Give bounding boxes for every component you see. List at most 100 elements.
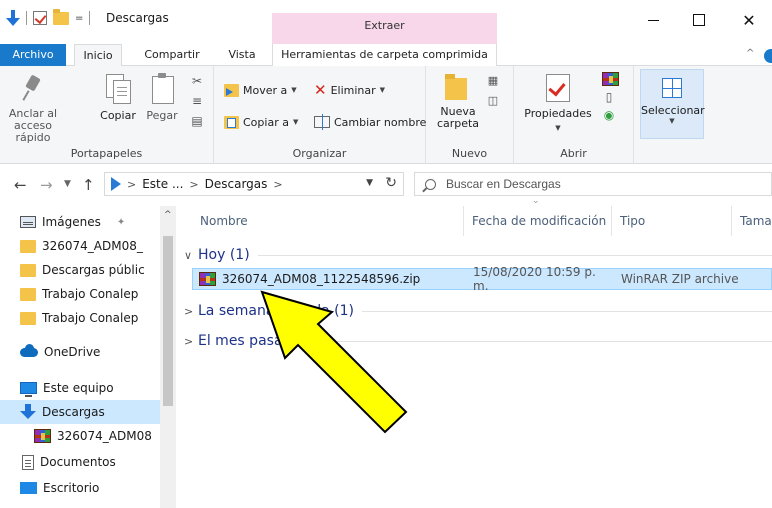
nav-item-trabajo-conalep-1[interactable]: Trabajo Conalep (0, 282, 160, 306)
navigation-pane: Imágenes ✦ 326074_ADM08_ Descargas públi… (0, 206, 176, 508)
address-bar[interactable]: > Este ... > Descargas > ▼ ↻ (104, 172, 404, 196)
close-button[interactable]: ✕ (726, 6, 772, 34)
nav-item-label: OneDrive (44, 345, 101, 359)
recent-locations-chevron-icon[interactable]: ▼ (64, 179, 71, 189)
dropdown-arrow-icon: ▼ (555, 124, 561, 132)
group-organizar: Mover a ▼ ✕ Eliminar ▼ Copiar a ▼ Cambia… (214, 66, 426, 164)
table-row[interactable]: 326074_ADM08_1122548596.zip 15/08/2020 1… (192, 265, 772, 293)
properties-check-icon[interactable] (33, 11, 47, 25)
copy-icon (102, 72, 134, 106)
open-with-winrar-icon[interactable] (602, 72, 619, 86)
divider (257, 254, 772, 256)
breadcrumb-descargas[interactable]: Descargas (205, 177, 268, 191)
paste-button[interactable]: Pegar (144, 72, 180, 122)
history-icon[interactable]: ◉ (602, 108, 616, 122)
group-label-organizar: Organizar (292, 147, 347, 160)
this-pc-icon (20, 382, 37, 397)
nav-item-descargas[interactable]: Descargas (0, 400, 160, 424)
divider (89, 11, 91, 25)
cut-icon[interactable]: ✂ (190, 74, 204, 88)
search-input[interactable] (446, 177, 746, 191)
edit-icon[interactable]: ▯ (602, 90, 616, 104)
rename-button[interactable]: Cambiar nombre (314, 112, 426, 132)
forward-arrow-icon[interactable]: → (40, 176, 53, 194)
title-bar: = Descargas Extraer ✕ (0, 0, 772, 44)
nav-item-documentos[interactable]: Documentos (0, 450, 160, 474)
properties-button[interactable]: Propiedades ▼ (522, 72, 594, 133)
divider (361, 310, 772, 312)
nav-item-label: Descargas (42, 405, 105, 419)
group-header-semana-pasada[interactable]: > La semana pasada (1) (184, 300, 772, 322)
up-arrow-icon[interactable]: ↑ (82, 176, 95, 194)
paste-shortcut-icon[interactable]: ▤ (190, 114, 204, 128)
nav-item-326074-adm08[interactable]: 326074_ADM08_ (0, 234, 160, 258)
tab-inicio[interactable]: Inicio (74, 44, 122, 67)
nav-item-este-equipo[interactable]: Este equipo (0, 376, 160, 400)
new-item-actions: ▦ ◫ (486, 74, 500, 108)
nav-item-label: 326074_ADM08 (57, 429, 152, 443)
window-title: Descargas (106, 11, 169, 25)
nav-item-326074-adm08-zip[interactable]: 326074_ADM08 (0, 424, 160, 448)
group-nuevo: Nueva carpeta ▦ ◫ Nuevo (426, 66, 514, 164)
search-icon (425, 178, 436, 190)
maximize-button[interactable] (676, 6, 722, 34)
nav-item-trabajo-conalep-2[interactable]: Trabajo Conalep (0, 306, 160, 330)
download-arrow-icon (6, 10, 20, 26)
nav-item-label: 326074_ADM08_ (42, 239, 143, 253)
select-button[interactable]: Seleccionar ▼ (640, 69, 705, 139)
address-dropdown-icon[interactable]: ▼ (366, 178, 373, 188)
new-folder-label: Nueva carpeta (436, 105, 480, 130)
breadcrumb-separator: > (127, 177, 137, 191)
copy-button[interactable]: Copiar (100, 72, 136, 122)
file-type: WinRAR ZIP archive (621, 272, 739, 286)
nav-item-label: Trabajo Conalep (42, 311, 139, 325)
tab-archivo[interactable]: Archivo (0, 44, 66, 66)
move-to-button[interactable]: Mover a ▼ (224, 80, 297, 100)
tab-herramientas-carpeta-comprimida[interactable]: Herramientas de carpeta comprimida (272, 44, 497, 66)
nav-item-imagenes[interactable]: Imágenes ✦ (0, 210, 160, 234)
nav-item-escritorio[interactable]: Escritorio (0, 476, 160, 500)
nav-scrollbar-thumb[interactable] (163, 236, 173, 406)
collapse-ribbon-icon[interactable]: ^ (746, 48, 754, 59)
nav-scrollbar[interactable]: ^ (160, 206, 176, 508)
pictures-icon (20, 216, 36, 228)
copy-to-button[interactable]: Copiar a ▼ (224, 112, 298, 132)
new-folder-button[interactable]: Nueva carpeta (434, 72, 482, 130)
delete-button[interactable]: ✕ Eliminar ▼ (314, 80, 385, 100)
context-tab-header-label: Extraer (364, 19, 405, 32)
column-header-date[interactable]: Fecha de modificación (464, 206, 612, 236)
new-item-icon[interactable]: ▦ (486, 74, 500, 88)
group-header-hoy[interactable]: ∨ Hoy (1) (184, 244, 772, 266)
copy-to-label: Copiar a (243, 115, 289, 129)
chevron-right-icon: > (184, 304, 194, 318)
rename-label: Cambiar nombre (334, 115, 427, 129)
column-header-type[interactable]: Tipo (612, 206, 732, 236)
back-arrow-icon[interactable]: ← (14, 176, 27, 194)
minimize-button[interactable] (630, 6, 676, 34)
winrar-zip-icon (199, 272, 216, 286)
nav-item-descargas-publicas[interactable]: Descargas públic (0, 258, 160, 282)
customize-quick-access-button[interactable]: = (75, 13, 83, 24)
nav-item-onedrive[interactable]: OneDrive (0, 340, 160, 364)
column-header-size[interactable]: Tama (732, 206, 772, 236)
copy-path-icon[interactable]: ≡ (190, 94, 204, 108)
onedrive-cloud-icon (20, 343, 38, 357)
column-header-name[interactable]: Nombre (192, 206, 464, 236)
group-label-portapapeles: Portapapeles (70, 147, 143, 160)
breadcrumb-este-equipo[interactable]: Este ... (142, 177, 183, 191)
tab-compartir[interactable]: Compartir (136, 44, 208, 66)
documents-icon (22, 454, 34, 470)
refresh-icon[interactable]: ↻ (385, 175, 397, 191)
easy-access-icon[interactable]: ◫ (486, 94, 500, 108)
tab-vista[interactable]: Vista (220, 44, 264, 66)
new-folder-icon[interactable] (53, 8, 69, 25)
group-header-label: El mes pasado (198, 333, 300, 349)
copy-label: Copiar (100, 109, 136, 122)
dropdown-arrow-icon: ▼ (669, 117, 675, 125)
scroll-up-icon[interactable]: ^ (164, 210, 172, 220)
pin-quick-access-button[interactable]: Anclar al acceso rápido (4, 72, 62, 144)
search-box[interactable] (414, 172, 772, 196)
group-header-mes-pasado[interactable]: > El mes pasado (184, 330, 772, 352)
select-grid-icon (662, 78, 682, 98)
help-icon[interactable] (764, 49, 772, 63)
